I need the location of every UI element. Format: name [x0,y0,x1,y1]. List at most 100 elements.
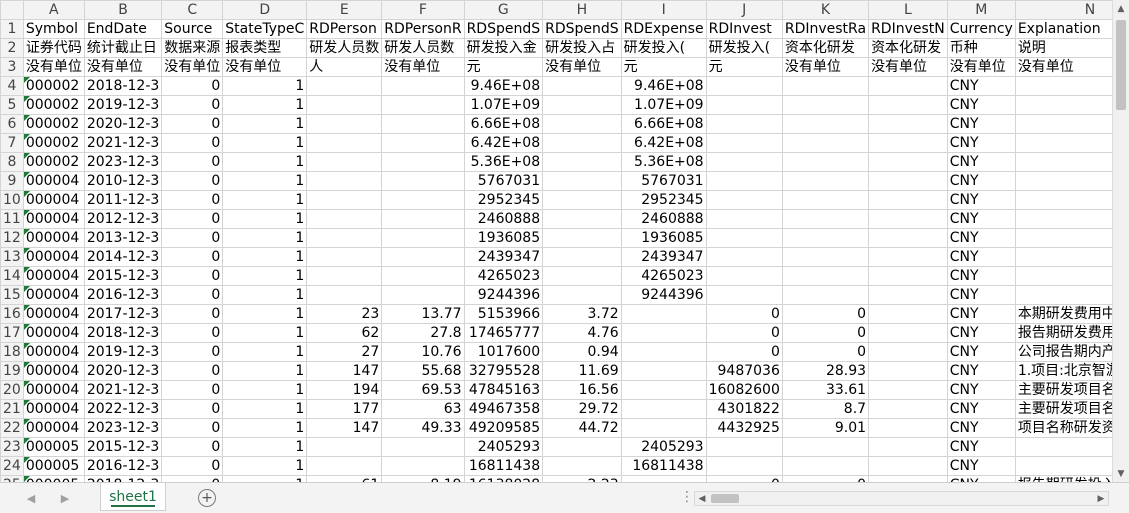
cell-a3[interactable]: 没有单位 [22,57,85,77]
cell-b3[interactable]: 没有单位 [83,57,163,77]
cell-e3[interactable]: 人 [306,57,383,77]
cell-j24[interactable] [705,456,783,476]
cell-c4[interactable]: 0 [161,76,224,96]
cell-m19[interactable]: CNY [946,361,1016,381]
cell-b9[interactable]: 2010-12-3 [83,171,163,191]
cell-g15[interactable]: 9244396 [463,285,544,305]
spreadsheet-grid[interactable]: ABCDEFGHIJKLMNO 1SymbolEndDateSourceStat… [0,0,1112,482]
cell-k20[interactable]: 33.61 [781,380,870,400]
cell-m2[interactable]: 币种 [946,38,1016,58]
cell-e1[interactable]: RDPerson [306,19,383,39]
row-header[interactable]: 21 [0,399,24,419]
column-header-h[interactable]: H [542,0,622,20]
cell-a23[interactable]: 000005 [22,437,85,457]
cell-a5[interactable]: 000002 [22,95,85,115]
cell-k17[interactable]: 0 [781,323,870,343]
column-header-e[interactable]: E [306,0,383,20]
cell-j9[interactable] [705,171,783,191]
cell-f3[interactable]: 没有单位 [381,57,465,77]
cell-h15[interactable] [542,285,622,305]
cell-b17[interactable]: 2018-12-3 [83,323,163,343]
cell-j14[interactable] [705,266,783,286]
cell-h10[interactable] [542,190,622,210]
cell-g8[interactable]: 5.36E+08 [463,152,544,172]
cell-c2[interactable]: 数据来源 [161,38,224,58]
scroll-left-arrow-icon[interactable]: ◀ [695,492,709,505]
cell-l20[interactable] [868,380,948,400]
cell-f11[interactable] [381,209,465,229]
select-all-corner[interactable] [0,0,24,20]
cell-l4[interactable] [868,76,948,96]
cell-l18[interactable] [868,342,948,362]
column-header-b[interactable]: B [83,0,163,20]
cell-h22[interactable]: 44.72 [542,418,622,438]
cell-h24[interactable] [542,456,622,476]
cell-g21[interactable]: 49467358 [463,399,544,419]
cell-h23[interactable] [542,437,622,457]
cell-g11[interactable]: 2460888 [463,209,544,229]
cell-l9[interactable] [868,171,948,191]
cell-e6[interactable] [306,114,383,134]
cell-b19[interactable]: 2020-12-3 [83,361,163,381]
cell-m11[interactable]: CNY [946,209,1016,229]
cell-k13[interactable] [781,247,870,267]
cell-m14[interactable]: CNY [946,266,1016,286]
cell-e15[interactable] [306,285,383,305]
cell-j1[interactable]: RDInvest [705,19,783,39]
cell-j23[interactable] [705,437,783,457]
cell-h13[interactable] [542,247,622,267]
cell-c21[interactable]: 0 [161,399,224,419]
cell-f5[interactable] [381,95,465,115]
cell-e8[interactable] [306,152,383,172]
cell-g24[interactable]: 16811438 [463,456,544,476]
cell-l22[interactable] [868,418,948,438]
cell-d5[interactable]: 1 [222,95,308,115]
cell-d22[interactable]: 1 [222,418,308,438]
cell-m17[interactable]: CNY [946,323,1016,343]
scroll-down-arrow-icon[interactable]: ▼ [1113,465,1129,482]
column-header-j[interactable]: J [705,0,783,20]
cell-k6[interactable] [781,114,870,134]
cell-b11[interactable]: 2012-12-3 [83,209,163,229]
cell-n6[interactable] [1014,114,1112,134]
column-header-k[interactable]: K [781,0,870,20]
column-header-i[interactable]: I [620,0,707,20]
cell-g13[interactable]: 2439347 [463,247,544,267]
cell-g17[interactable]: 17465777 [463,323,544,343]
cell-h9[interactable] [542,171,622,191]
cell-l2[interactable]: 资本化研发 [868,38,948,58]
cell-d9[interactable]: 1 [222,171,308,191]
cell-j12[interactable] [705,228,783,248]
cell-c23[interactable]: 0 [161,437,224,457]
cell-b14[interactable]: 2015-12-3 [83,266,163,286]
cell-e12[interactable] [306,228,383,248]
cell-b22[interactable]: 2023-12-3 [83,418,163,438]
row-header[interactable]: 15 [0,285,24,305]
column-header-l[interactable]: L [868,0,948,20]
cell-n17[interactable]: 报告期研发费用中,其 [1014,323,1112,343]
cell-i7[interactable]: 6.42E+08 [620,133,707,153]
cell-m6[interactable]: CNY [946,114,1016,134]
row-header[interactable]: 24 [0,456,24,476]
cell-l16[interactable] [868,304,948,324]
cell-j7[interactable] [705,133,783,153]
row-header[interactable]: 6 [0,114,24,134]
cell-l24[interactable] [868,456,948,476]
cell-c15[interactable]: 0 [161,285,224,305]
column-header-n[interactable]: N [1014,0,1112,20]
cell-h12[interactable] [542,228,622,248]
cell-g23[interactable]: 2405293 [463,437,544,457]
cell-f15[interactable] [381,285,465,305]
cell-a22[interactable]: 000004 [22,418,85,438]
cell-m18[interactable]: CNY [946,342,1016,362]
cell-g20[interactable]: 47845163 [463,380,544,400]
cell-n15[interactable] [1014,285,1112,305]
cell-j8[interactable] [705,152,783,172]
cell-n19[interactable]: 1.项目:北京智游网安S [1014,361,1112,381]
cell-d16[interactable]: 1 [222,304,308,324]
cell-i10[interactable]: 2952345 [620,190,707,210]
cell-l23[interactable] [868,437,948,457]
cell-j11[interactable] [705,209,783,229]
cell-n14[interactable] [1014,266,1112,286]
cell-h21[interactable]: 29.72 [542,399,622,419]
